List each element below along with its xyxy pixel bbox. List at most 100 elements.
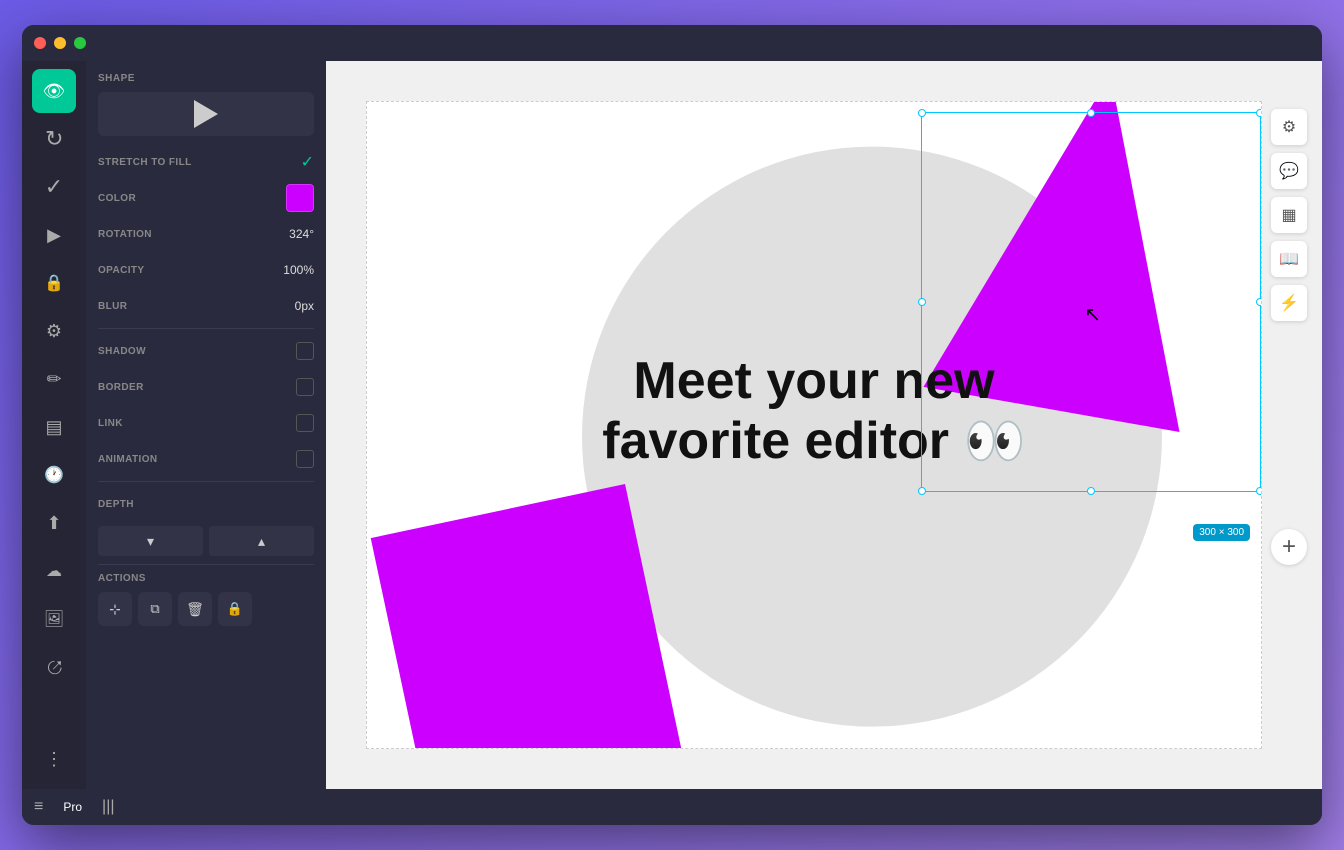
action-buttons: ⊹ ⧉ 🗑 🔒 (98, 592, 314, 626)
sidebar-check-button[interactable]: ✓ (32, 165, 76, 209)
shadow-checkbox[interactable] (296, 342, 314, 360)
handle-mid-right[interactable] (1256, 298, 1262, 306)
sidebar-pencil-button[interactable]: ✏ (32, 357, 76, 401)
play-icon: ▶ (47, 225, 61, 246)
depth-down-button[interactable]: ▾ (98, 526, 203, 556)
share-icon: ⎋ (44, 660, 65, 674)
divider-3 (98, 564, 314, 565)
depth-row: DEPTH (98, 490, 314, 518)
sidebar-upload-button[interactable]: ⬆ (32, 501, 76, 545)
color-row: COLOR (98, 184, 314, 212)
check-icon: ✓ (45, 174, 63, 200)
pro-tab[interactable]: Pro (55, 796, 90, 818)
border-label: BORDER (98, 382, 144, 393)
rt-book-button[interactable]: 📖 (1271, 241, 1307, 277)
rt-add-button[interactable]: + (1271, 529, 1307, 565)
blur-value[interactable]: 0px (295, 299, 314, 313)
canvas-text-emoji: 👀 (963, 413, 1025, 469)
close-button[interactable] (34, 37, 46, 49)
bottom-bar: ≡ Pro ||| (22, 789, 1322, 825)
select-icon: ⊹ (109, 601, 121, 618)
sidebar-eye-button[interactable]: 👁 (32, 69, 76, 113)
link-checkbox[interactable] (296, 414, 314, 432)
rotation-value[interactable]: 324° (289, 227, 314, 241)
sidebar-cloud-button[interactable]: ☁ (32, 549, 76, 593)
lock-action-icon: 🔒 (227, 601, 243, 617)
lock-icon: 🔒 (44, 273, 64, 293)
canvas-content[interactable]: Meet your new favorite editor 👀 (366, 101, 1262, 749)
opacity-row: OPACITY 100% (98, 256, 314, 284)
sidebar-share-button[interactable]: ⎋ (32, 645, 76, 689)
undo-icon: ↺ (45, 126, 63, 152)
handle-top-left[interactable] (918, 109, 926, 117)
action-lock-button[interactable]: 🔒 (218, 592, 252, 626)
rt-gear-icon: ⚙ (1282, 117, 1296, 137)
rt-layout-button[interactable]: ▦ (1271, 197, 1307, 233)
rt-zap-icon: ⚡ (1279, 293, 1299, 313)
icon-sidebar: 👁 ↺ ✓ ▶ 🔒 ⚙ ✏ ▤ 🕐 (22, 61, 86, 789)
sidebar-lock-button[interactable]: 🔒 (32, 261, 76, 305)
copy-icon: ⧉ (150, 601, 159, 617)
rt-chat-icon: 💬 (1279, 161, 1299, 181)
rt-chat-button[interactable]: 💬 (1271, 153, 1307, 189)
color-swatch[interactable] (286, 184, 314, 212)
sidebar-play-button[interactable]: ▶ (32, 213, 76, 257)
action-select-button[interactable]: ⊹ (98, 592, 132, 626)
chevron-down-icon: ▾ (147, 533, 154, 550)
shape-triangle-icon (194, 100, 218, 128)
shadow-label: SHADOW (98, 346, 146, 357)
sidebar-gallery-button[interactable]: 🖼 (32, 597, 76, 641)
action-copy-button[interactable]: ⧉ (138, 592, 172, 626)
stretch-label: STRETCH TO FILL (98, 157, 192, 168)
rt-zap-button[interactable]: ⚡ (1271, 285, 1307, 321)
sidebar-layers-button[interactable]: ▤ (32, 405, 76, 449)
color-label: COLOR (98, 193, 136, 204)
animation-checkbox[interactable] (296, 450, 314, 468)
blur-label: BLUR (98, 301, 127, 312)
stretch-check-icon[interactable]: ✓ (301, 152, 314, 172)
canvas-area: Meet your new favorite editor 👀 (326, 61, 1322, 789)
upload-icon: ⬆ (46, 513, 61, 534)
actions-label: ACTIONS (98, 573, 314, 584)
divider-2 (98, 481, 314, 482)
hamburger-icon[interactable]: ≡ (34, 798, 43, 816)
minimize-button[interactable] (54, 37, 66, 49)
handle-bottom-right[interactable] (1256, 487, 1262, 495)
rt-book-icon: 📖 (1279, 249, 1299, 269)
cloud-icon: ☁ (46, 561, 62, 581)
maximize-button[interactable] (74, 37, 86, 49)
eye-icon: 👁 (43, 81, 66, 102)
border-checkbox[interactable] (296, 378, 314, 396)
handle-top-right[interactable] (1256, 109, 1262, 117)
shape-label: SHAPE (98, 73, 314, 84)
animation-label: ANIMATION (98, 454, 158, 465)
shadow-row: SHADOW (98, 337, 314, 365)
app-body: 👁 ↺ ✓ ▶ 🔒 ⚙ ✏ ▤ 🕐 (22, 61, 1322, 789)
app-window: 👁 ↺ ✓ ▶ 🔒 ⚙ ✏ ▤ 🕐 (22, 25, 1322, 825)
blur-row: BLUR 0px (98, 292, 314, 320)
bottom-bar-icon[interactable]: ||| (102, 798, 114, 816)
sidebar-undo-button[interactable]: ↺ (32, 117, 76, 161)
action-delete-button[interactable]: 🗑 (178, 592, 212, 626)
rt-gear-button[interactable]: ⚙ (1271, 109, 1307, 145)
gallery-icon: 🖼 (44, 609, 64, 629)
delete-icon: 🗑 (186, 601, 204, 618)
divider-1 (98, 328, 314, 329)
stretch-row: STRETCH TO FILL ✓ (98, 148, 314, 176)
opacity-label: OPACITY (98, 265, 145, 276)
rt-add-icon: + (1282, 535, 1296, 559)
depth-up-button[interactable]: ▴ (209, 526, 314, 556)
sidebar-settings-button[interactable]: ⚙ (32, 309, 76, 353)
depth-controls: ▾ ▴ (98, 526, 314, 556)
layers-icon: ▤ (45, 417, 62, 438)
right-toolbar: ⚙ 💬 ▦ 📖 ⚡ + (1264, 101, 1314, 573)
canvas-text-line2: favorite editor 👀 (602, 412, 1025, 472)
depth-label: DEPTH (98, 499, 134, 510)
gear-icon: ⚙ (46, 321, 62, 342)
opacity-value[interactable]: 100% (283, 263, 314, 277)
pencil-icon: ✏ (46, 369, 61, 390)
titlebar (22, 25, 1322, 61)
sidebar-more-button[interactable]: ⋮ (32, 737, 76, 781)
sidebar-clock-button[interactable]: 🕐 (32, 453, 76, 497)
shape-preview-box[interactable] (98, 92, 314, 136)
